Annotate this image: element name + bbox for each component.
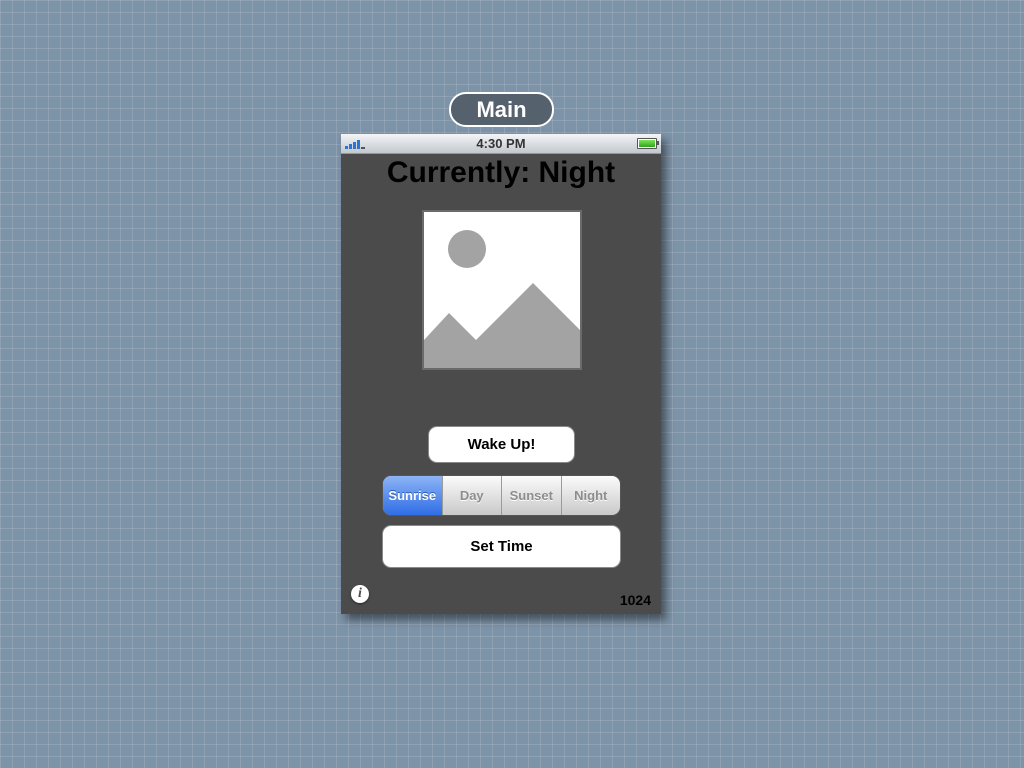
battery-level-fill [639, 140, 655, 147]
battery-icon [637, 138, 657, 149]
segment-day[interactable]: Day [441, 476, 502, 515]
info-icon[interactable]: i [351, 585, 369, 603]
image-placeholder-graphic [424, 230, 580, 368]
battery-tip [657, 141, 659, 145]
wake-up-button[interactable]: Wake Up! [428, 426, 575, 463]
status-bar: 4:30 PM [341, 134, 661, 154]
segment-sunrise[interactable]: Sunrise [383, 476, 442, 515]
device-screen: 4:30 PM Currently: Night Wake Up! Sunris… [341, 134, 661, 614]
page-title: Currently: Night [386, 156, 616, 189]
status-time: 4:30 PM [476, 136, 526, 151]
segment-night[interactable]: Night [560, 476, 621, 515]
scene-title-label: Main [449, 92, 554, 127]
counter-label: 1024 [619, 592, 651, 608]
time-of-day-segmented-control[interactable]: Sunrise Day Sunset Night [382, 475, 621, 516]
set-time-button[interactable]: Set Time [382, 525, 621, 568]
segment-sunset[interactable]: Sunset [501, 476, 561, 515]
sun-shape [448, 230, 486, 268]
image-placeholder-icon [422, 210, 582, 370]
mountain-shape [424, 283, 580, 368]
